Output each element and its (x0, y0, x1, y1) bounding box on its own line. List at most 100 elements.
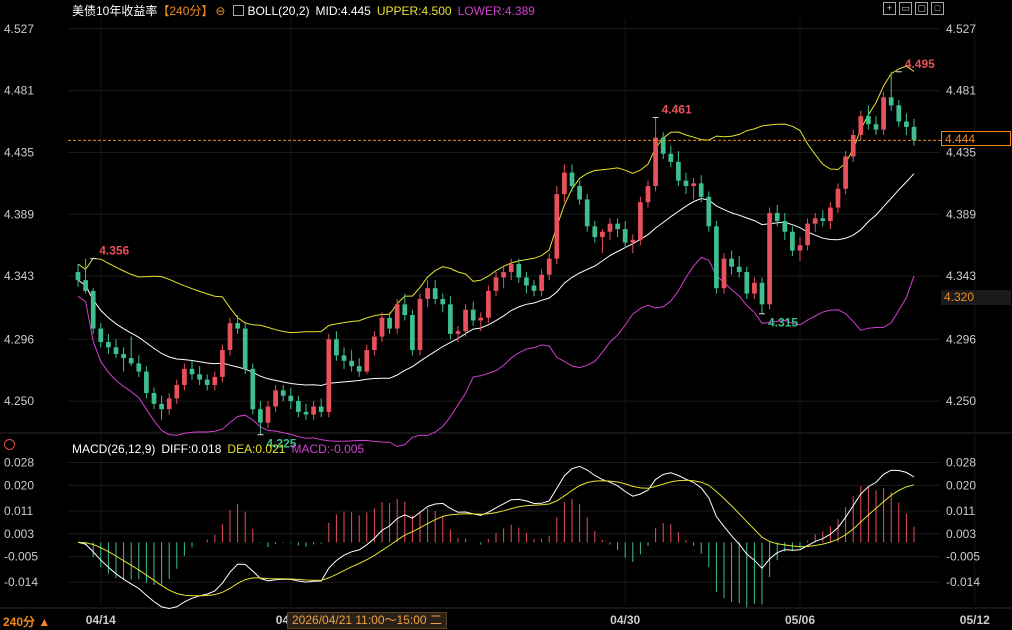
candle-body (873, 124, 879, 130)
candle-body (349, 360, 354, 367)
candle-body (159, 403, 164, 410)
candle-body (151, 393, 157, 404)
candle-body (805, 223, 810, 246)
annotation-label: 4.461 (662, 102, 692, 116)
price-tick-right: 4.343 (946, 269, 976, 283)
candle-body (75, 272, 81, 281)
macd-value: MACD:-0.005 (291, 442, 365, 456)
crosshair-icon[interactable]: + (883, 2, 896, 15)
candle-body (888, 97, 894, 106)
price-tick-right: 4.296 (946, 332, 976, 346)
cursor-price-tag: 4.320 (941, 290, 1011, 305)
candle-body (782, 220, 788, 232)
candle-body (850, 134, 856, 157)
price-grid (0, 18, 1012, 609)
cursor-time-label: 2026/04/21 11:00～15:00 二 (287, 612, 447, 629)
candle-body (242, 328, 248, 369)
candle-body (752, 282, 757, 294)
timeframe-label: 240分 (3, 615, 36, 629)
candle-body (896, 105, 902, 122)
candle-body (904, 121, 909, 127)
boll-upper: UPPER:4.500 (376, 3, 452, 18)
candle-body (220, 350, 225, 377)
settings-icon[interactable] (4, 439, 15, 450)
maximize-icon[interactable]: □ (931, 2, 944, 15)
macd-tick-left: 0.003 (4, 527, 34, 541)
candle-body (797, 245, 803, 251)
candle-body (182, 368, 187, 385)
candle-body (387, 317, 392, 329)
candle-body (280, 390, 286, 396)
candle-body (645, 186, 651, 203)
candle-body (531, 285, 537, 291)
candle-body (166, 398, 172, 410)
chart-canvas[interactable]: 4.3564.2254.4614.3154.495 4.527 4.5274.48… (0, 0, 1012, 629)
candle-body (721, 258, 727, 289)
candle-body (379, 317, 385, 337)
symbol-name: 美债10年收益率 (72, 4, 158, 18)
candle-body (417, 298, 423, 351)
macd-tick-right: 0.020 (946, 478, 976, 492)
candle-body (463, 309, 468, 332)
candle-body (698, 183, 704, 197)
candle-body (128, 358, 134, 364)
candle-body (432, 288, 438, 299)
candle-body (501, 272, 506, 278)
candle-body (235, 323, 240, 329)
candle-body (174, 384, 180, 399)
price-tick-left: 4.250 (4, 394, 34, 408)
candle-body (288, 395, 294, 402)
macd-tick-right: 0.011 (946, 504, 975, 518)
period-label[interactable]: 【240分】 (157, 2, 213, 19)
candle-body (600, 231, 605, 238)
window-icon[interactable]: ▢ (915, 2, 928, 15)
macd-tick-left: 0.011 (4, 504, 33, 518)
macd-tick-right: -0.014 (946, 575, 980, 589)
candle-body (455, 331, 461, 334)
last-price-tag: 4.444 (941, 131, 1011, 146)
candle-body (478, 317, 484, 321)
candle-body (615, 223, 620, 230)
candle-body (296, 401, 301, 412)
price-tick-right: 4.435 (946, 145, 976, 159)
candle-body (843, 156, 848, 189)
period-dropdown-icon[interactable]: ⊖ (215, 4, 225, 18)
candle-body (866, 116, 871, 125)
candle-body (303, 411, 309, 415)
expand-icon[interactable]: ▭ (899, 2, 912, 15)
candle-body (402, 304, 408, 316)
candle-body (486, 290, 491, 318)
price-tick-left: 4.389 (4, 207, 34, 221)
candle-body (113, 347, 119, 355)
timeframe-selector[interactable]: 240分 ▲ (3, 613, 50, 630)
candle-body (425, 288, 430, 299)
candle-body (334, 339, 339, 356)
candle-body (493, 277, 499, 291)
candle-body (759, 282, 765, 305)
candle-body (83, 280, 88, 291)
candle-body (911, 126, 917, 141)
candle-body (622, 229, 628, 243)
candle-body (189, 368, 195, 375)
indicator-box-icon[interactable] (233, 5, 245, 16)
annotation-label: 4.495 (905, 57, 935, 71)
candle-body (524, 277, 529, 286)
macd-label: MACD(26,12,9) (72, 442, 156, 456)
price-tick-left: 4.296 (4, 332, 34, 346)
candle-body (227, 323, 233, 351)
macd-tick-left: 0.028 (4, 456, 34, 470)
candle-body (744, 272, 750, 294)
candle-body (774, 212, 780, 221)
candle-body (546, 258, 552, 275)
candle-body (562, 172, 567, 195)
candle-body (204, 379, 210, 385)
candle-body (410, 315, 415, 351)
bollinger-bands (77, 65, 915, 448)
candle-body (668, 153, 674, 162)
macd-tick-left: -0.005 (4, 550, 38, 564)
boll-label: BOLL(20,2) (247, 3, 310, 18)
candle-body (341, 355, 347, 361)
boll-mid: MID:4.445 (315, 3, 371, 18)
candle-body (858, 116, 864, 135)
candle-body (372, 336, 377, 351)
